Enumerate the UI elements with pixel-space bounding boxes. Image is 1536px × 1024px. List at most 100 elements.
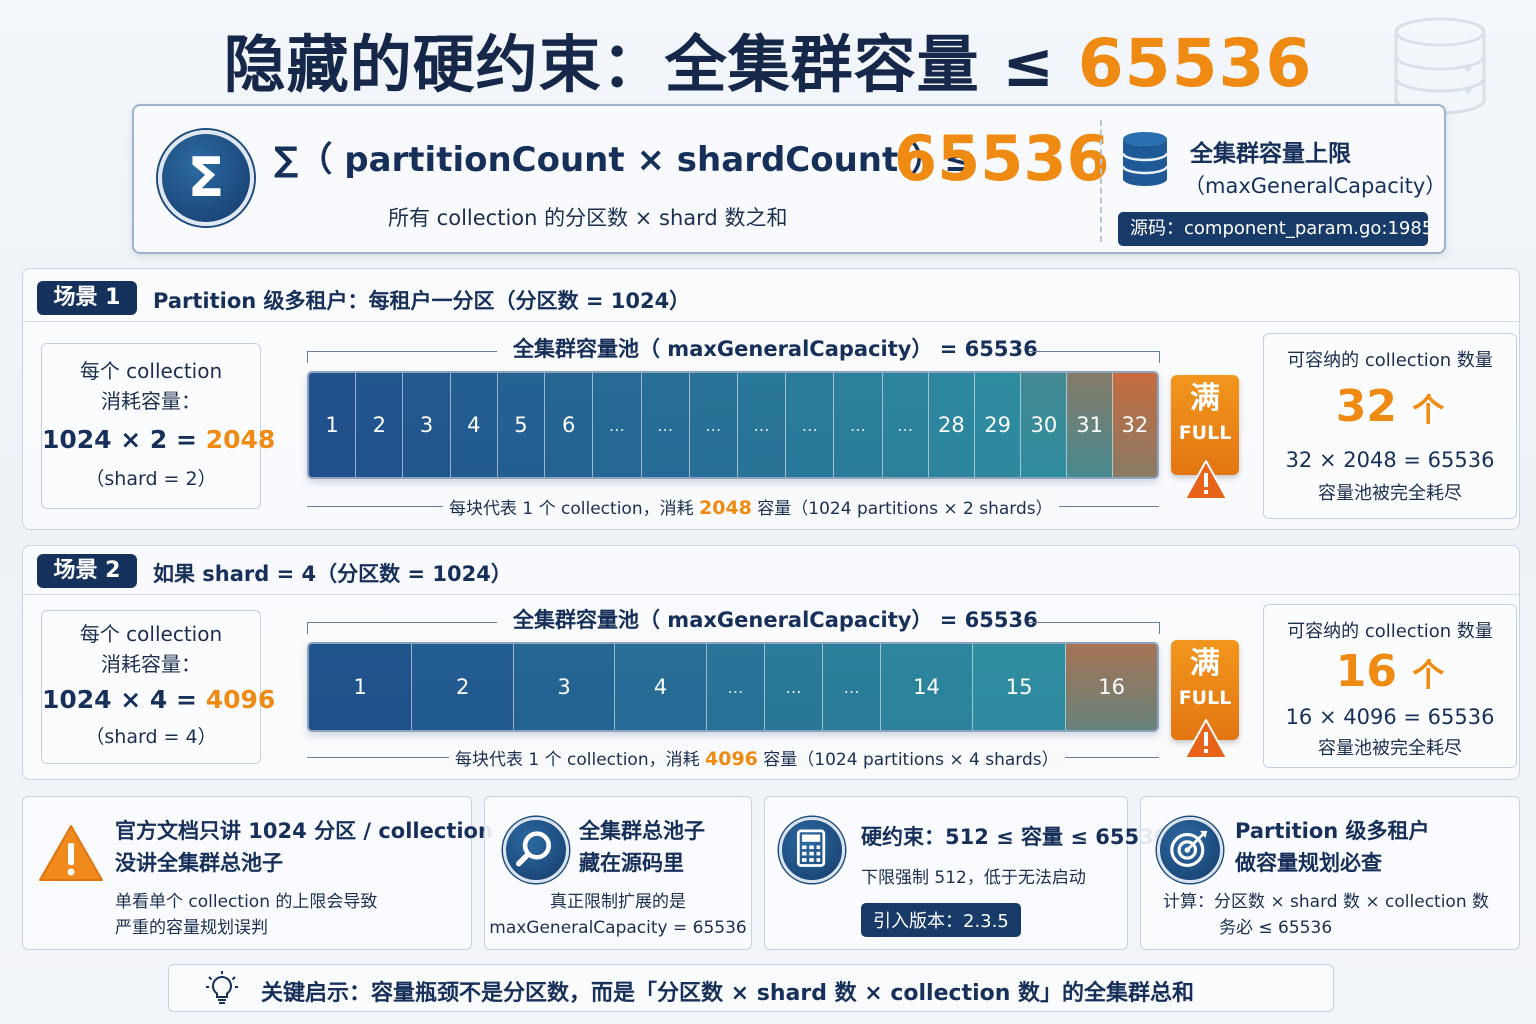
title-text: 隐藏的硬约束：全集群容量 ≤ (223, 28, 1078, 101)
scenario-2-tag: 场景 2 (37, 554, 137, 588)
full-label-cn: 满 (1190, 646, 1220, 681)
result-label: 可容纳的 collection 数量 (1287, 350, 1493, 371)
collection-block: 16 (1066, 644, 1157, 730)
formula-divider (1100, 120, 1102, 242)
scenario-1-cost-box: 每个 collection 消耗容量： 1024 × 2 = 2048 （sha… (41, 343, 275, 509)
cost-note: （shard = 4） (85, 726, 217, 748)
collection-block: 1 (309, 373, 357, 477)
collection-block: 3 (403, 373, 451, 477)
page-title: 隐藏的硬约束：全集群容量 ≤ 65536 (0, 14, 1536, 104)
scenario-2-panel: 场景 2 如果 shard = 4（分区数 = 1024） 每个 collect… (22, 545, 1520, 780)
card-text-line-1: 单看单个 collection 的上限会导致 (115, 892, 378, 912)
card-hard-constraint: 硬约束：512 ≤ 容量 ≤ 65536 下限强制 512，低于无法启动 引入版… (764, 796, 1168, 950)
result-note: 容量池被完全耗尽 (1318, 738, 1462, 759)
warning-icon (1184, 719, 1228, 759)
scenario-2-cost-box: 每个 collection 消耗容量： 1024 × 4 = 4096 （sha… (41, 610, 275, 764)
card-title-line-1: 官方文档只讲 1024 分区 / collection (115, 819, 493, 843)
collection-block: … (593, 373, 642, 477)
result-count-value: 32 (1335, 381, 1397, 432)
capacity-limit-label: 全集群容量上限 (1190, 141, 1351, 167)
cost-line-1: 每个 collection (79, 359, 223, 383)
formula-subtitle: 所有 collection 的分区数 × shard 数之和 (388, 206, 788, 230)
formula-expression: ∑（ partitionCount × shardCount ）≤ (274, 140, 973, 180)
collection-block: … (764, 644, 824, 730)
cost-value: 2048 (205, 425, 276, 454)
collection-block: … (834, 373, 883, 477)
collection-block: … (641, 373, 690, 477)
card-text-line-1: 计算：分区数 × shard 数 × collection 数 (1163, 892, 1490, 912)
collection-block: 3 (513, 644, 616, 730)
collection-block: … (706, 644, 765, 730)
scenario-1-title: Partition 级多租户：每租户一分区（分区数 = 1024） (153, 289, 691, 313)
collection-block: 2 (356, 373, 404, 477)
sigma-icon: Σ (158, 130, 254, 226)
result-count: 32 个 (1264, 374, 1516, 443)
scenario-1-panel: 场景 1 Partition 级多租户：每租户一分区（分区数 = 1024） 每… (22, 268, 1520, 530)
formula-panel: Σ ∑（ partitionCount × shardCount ）≤ 6553… (132, 104, 1446, 254)
collection-block: 32 (1112, 373, 1157, 477)
capacity-pool-bar: 1 2 3 4……… 14 15 16 (307, 642, 1159, 732)
cost-value: 4096 (205, 685, 276, 714)
capacity-param-name: （maxGeneralCapacity） (1184, 174, 1447, 198)
card-text-line-2: 务必 ≤ 65536 (1219, 918, 1333, 938)
collection-block: … (823, 644, 882, 730)
footnote-value: 2048 (699, 497, 752, 519)
footnote-prefix: 每块代表 1 个 collection，消耗 (449, 499, 699, 519)
collection-block: … (882, 373, 929, 477)
lightbulb-icon (206, 971, 238, 1004)
target-icon (1157, 817, 1223, 883)
card-docs-warning: 官方文档只讲 1024 分区 / collection 没讲全集群总池子 单看单… (22, 796, 493, 950)
card-title-line-1: Partition 级多租户 (1235, 819, 1430, 843)
source-badge: 源码：component_param.go:1985 (1118, 212, 1433, 246)
full-label-en: FULL (1178, 687, 1232, 709)
key-insight-bar: 关键启示：容量瓶颈不是分区数，而是「分区数 × shard 数 × collec… (168, 964, 1334, 1012)
footnote-suffix: 容量（1024 partitions × 4 shards） (757, 750, 1059, 770)
pool-label: 全集群容量池（ maxGeneralCapacity） = 65536 (513, 337, 1038, 361)
collection-block: 6 (545, 373, 594, 477)
card-text-line-1: 下限强制 512，低于无法启动 (861, 868, 1086, 888)
collection-block: 14 (881, 644, 973, 730)
cost-equation: 1024 × 2 = 2048 (42, 416, 275, 464)
cost-note: （shard = 2） (85, 468, 217, 490)
pool-bracket-right (1159, 622, 1160, 634)
full-label-en: FULL (1178, 422, 1232, 444)
magnifier-icon (503, 817, 569, 883)
collection-block: 2 (412, 644, 514, 730)
result-equation: 32 × 2048 = 65536 (1285, 448, 1495, 472)
pool-bracket-line-left (307, 351, 497, 352)
collection-block: 29 (974, 373, 1022, 477)
scenario-2-footnote: 每块代表 1 个 collection，消耗 4096 容量（1024 part… (449, 745, 1065, 770)
scenario-2-separator (23, 594, 1519, 595)
key-insight-text: 关键启示：容量瓶颈不是分区数，而是「分区数 × shard 数 × collec… (261, 981, 1195, 1006)
collection-block: 1 (309, 644, 413, 730)
pool-bracket-line-left (307, 622, 497, 623)
pool-bracket-left (307, 622, 308, 634)
cost-equation: 1024 × 4 = 4096 (42, 679, 275, 721)
card-title-line-2: 做容量规划必查 (1235, 851, 1382, 875)
result-equation: 16 × 4096 = 65536 (1285, 705, 1495, 729)
pool-bracket-line-right (1029, 622, 1159, 623)
scenario-1-separator (23, 321, 1519, 322)
scenario-2-result-box: 可容纳的 collection 数量 16 个 16 × 4096 = 6553… (1263, 604, 1517, 768)
collection-block: 4 (450, 373, 498, 477)
card-title-line-1: 全集群总池子 (579, 819, 705, 843)
cost-line-2: 消耗容量： (101, 652, 201, 676)
cost-expr: 1024 × 4 = (42, 685, 206, 714)
result-count: 16 个 (1264, 645, 1516, 702)
result-count-value: 16 (1335, 646, 1397, 697)
pool-bracket-line-right (1029, 351, 1159, 352)
collection-block: 28 (928, 373, 975, 477)
result-note: 容量池被完全耗尽 (1318, 483, 1462, 504)
collection-block: 15 (972, 644, 1067, 730)
footnote-prefix: 每块代表 1 个 collection，消耗 (455, 750, 705, 770)
formula-limit: 65536 (894, 122, 1110, 195)
pool-bracket-right (1159, 351, 1160, 363)
cost-expr: 1024 × 2 = (42, 425, 206, 454)
card-multitenant-planning: Partition 级多租户 做容量规划必查 计算：分区数 × shard 数 … (1140, 796, 1520, 950)
card-title-line-1: 硬约束：512 ≤ 容量 ≤ 65536 (861, 825, 1169, 849)
title-number: 65536 (1077, 25, 1313, 102)
warning-icon (39, 825, 103, 881)
card-text-line-2: 严重的容量规划误判 (115, 918, 268, 938)
cost-line-1: 每个 collection (79, 622, 223, 646)
database-decoration-icon (1394, 17, 1486, 115)
